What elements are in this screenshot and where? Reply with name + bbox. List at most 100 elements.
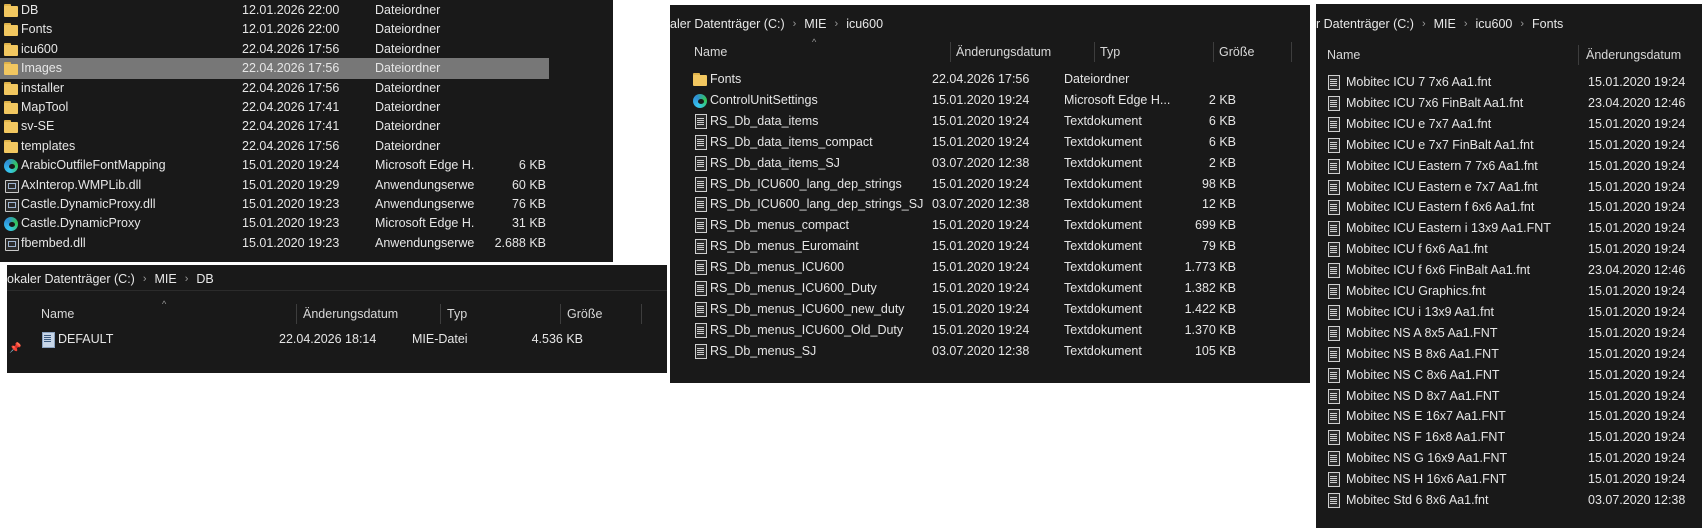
file-row[interactable]: Mobitec ICU Graphics.fnt 15.01.2020 19:24 <box>1316 281 1702 302</box>
file-row[interactable]: Castle.DynamicProxy.dll 15.01.2020 19:23 A… <box>0 194 549 215</box>
column-name[interactable]: Name <box>694 39 727 65</box>
cell-type: Anwendungserwe... <box>375 197 475 211</box>
breadcrumb: r Datenträger (C:) › MIE › icu600 › Font… <box>1316 13 1702 35</box>
chevron-right-icon: › <box>1463 18 1468 30</box>
file-row[interactable]: DEFAULT 22.04.2026 18:14 MIE-Datei 4.536 KB <box>7 329 667 350</box>
column-divider[interactable] <box>950 42 951 62</box>
column-divider[interactable] <box>1291 42 1292 62</box>
breadcrumb-icu600[interactable]: icu600 <box>1476 17 1513 31</box>
file-row[interactable]: Mobitec Std 6 8x6 Aa1.fnt 03.07.2020 12:3… <box>1316 490 1702 511</box>
file-row[interactable]: RS_Db_ICU600_lang_dep_strings 15.01.2020 … <box>670 174 1310 195</box>
folder-icon <box>3 2 19 19</box>
file-row[interactable]: Mobitec ICU Eastern i 13x9 Aa1.FNT 15.01.… <box>1316 218 1702 239</box>
file-row[interactable]: Mobitec NS H 16x6 Aa1.FNT 15.01.2020 19:2… <box>1316 469 1702 490</box>
file-row[interactable]: Mobitec ICU Eastern e 7x7 Aa1.fnt 15.01.2… <box>1316 177 1702 198</box>
file-row[interactable]: Mobitec ICU i 13x9 Aa1.fnt 15.01.2020 19:… <box>1316 302 1702 323</box>
file-row[interactable]: Mobitec NS C 8x6 Aa1.FNT 15.01.2020 19:24 <box>1316 365 1702 386</box>
column-divider[interactable] <box>641 304 642 324</box>
column-divider[interactable] <box>560 304 561 324</box>
file-row[interactable]: Mobitec ICU 7x6 FinBalt Aa1.fnt 23.04.202… <box>1316 93 1702 114</box>
text-document-icon <box>1325 158 1341 175</box>
folder-row[interactable]: Fonts 22.04.2026 17:56 Dateiordner <box>670 69 1310 90</box>
file-row[interactable]: Mobitec NS G 16x9 Aa1.FNT 15.01.2020 19:2… <box>1316 448 1702 469</box>
cell-date: 15.01.2020 19:24 <box>1588 409 1686 424</box>
cell-type: Microsoft Edge H... <box>375 216 475 231</box>
cell-date: 15.01.2020 19:23 <box>242 197 340 211</box>
file-row[interactable]: Mobitec NS E 16x7 Aa1.FNT 15.01.2020 19:2… <box>1316 406 1702 427</box>
file-row[interactable]: RS_Db_ICU600_lang_dep_strings_SJ 03.07.20… <box>670 194 1310 215</box>
breadcrumb-drive[interactable]: okaler Datenträger (C:) <box>7 272 135 286</box>
file-row[interactable]: RS_Db_menus_Euromaint 15.01.2020 19:24 Tex… <box>670 236 1310 257</box>
column-type[interactable]: Typ <box>447 301 467 327</box>
cell-size <box>482 78 546 99</box>
breadcrumb-fonts[interactable]: Fonts <box>1532 17 1563 31</box>
file-row[interactable]: Mobitec NS F 16x8 Aa1.FNT 15.01.2020 19:2… <box>1316 427 1702 448</box>
cell-type: Textdokument <box>1064 343 1142 358</box>
folder-row[interactable]: installer 22.04.2026 17:56 Dateiordner <box>0 78 549 99</box>
breadcrumb-icu600[interactable]: icu600 <box>846 17 883 31</box>
file-row[interactable]: Mobitec ICU f 6x6 FinBalt Aa1.fnt 23.04.2… <box>1316 260 1702 281</box>
column-divider[interactable] <box>440 304 441 324</box>
column-size[interactable]: Größe <box>1219 39 1254 65</box>
text-document-icon <box>692 259 708 276</box>
file-row[interactable]: ArabicOutfileFontMapping 15.01.2020 19:24… <box>0 155 549 176</box>
file-row[interactable]: Mobitec ICU e 7x7 Aa1.fnt 15.01.2020 19:2… <box>1316 114 1702 135</box>
file-row[interactable]: RS_Db_data_items_compact 15.01.2020 19:24… <box>670 132 1310 153</box>
cell-date: 15.01.2020 19:24 <box>932 239 1030 254</box>
file-row[interactable]: Mobitec NS B 8x6 Aa1.FNT 15.01.2020 19:24 <box>1316 344 1702 365</box>
folder-row[interactable]: DB 12.01.2026 22:00 Dateiordner <box>0 0 549 21</box>
folder-row[interactable]: icu600 22.04.2026 17:56 Dateiordner <box>0 39 549 60</box>
column-divider[interactable] <box>1094 42 1095 62</box>
cell-name: Mobitec ICU Eastern f 6x6 Aa1.fnt <box>1346 200 1535 215</box>
cell-name: Fonts <box>21 22 53 37</box>
column-type[interactable]: Typ <box>1100 39 1120 65</box>
cell-date: 12.01.2026 22:00 <box>242 3 340 17</box>
file-row[interactable]: RS_Db_menus_ICU600_Old_Duty 15.01.2020 19… <box>670 320 1310 341</box>
column-date[interactable]: Änderungsdatum <box>1586 42 1681 68</box>
breadcrumb-db[interactable]: DB <box>196 272 213 286</box>
folder-row[interactable]: Fonts 12.01.2026 22:00 Dateiordner <box>0 19 549 40</box>
breadcrumb-drive[interactable]: r Datenträger (C:) <box>1316 17 1414 31</box>
file-row[interactable]: RS_Db_data_items 15.01.2020 19:24 Textdoku… <box>670 111 1310 132</box>
cell-name: Mobitec ICU Eastern e 7x7 Aa1.fnt <box>1346 179 1538 194</box>
file-row[interactable]: RS_Db_menus_ICU600_new_duty 15.01.2020 19… <box>670 299 1310 320</box>
column-divider[interactable] <box>296 304 297 324</box>
cell-type: MIE-Datei <box>412 332 468 346</box>
file-row[interactable]: Mobitec ICU Eastern f 6x6 Aa1.fnt 15.01.2… <box>1316 197 1702 218</box>
file-row[interactable]: Mobitec ICU f 6x6 Aa1.fnt 15.01.2020 19:2… <box>1316 239 1702 260</box>
file-row[interactable]: RS_Db_data_items_SJ 03.07.2020 12:38 Textd… <box>670 153 1310 174</box>
mie-file-icon <box>40 331 56 348</box>
file-row[interactable]: Mobitec ICU e 7x7 FinBalt Aa1.fnt 15.01.2… <box>1316 135 1702 156</box>
file-row[interactable]: RS_Db_menus_ICU600 15.01.2020 19:24 Textdo… <box>670 257 1310 278</box>
column-size[interactable]: Größe <box>567 301 602 327</box>
column-date[interactable]: Änderungsdatum <box>956 39 1051 65</box>
file-row[interactable]: Mobitec NS D 8x7 Aa1.FNT 15.01.2020 19:24 <box>1316 386 1702 407</box>
file-row[interactable]: RS_Db_menus_SJ 03.07.2020 12:38 Textdokume… <box>670 341 1310 362</box>
folder-row[interactable]: MapTool 22.04.2026 17:41 Dateiordner <box>0 97 549 118</box>
breadcrumb-mie[interactable]: MIE <box>804 17 826 31</box>
cell-date: 15.01.2020 19:24 <box>1588 304 1686 319</box>
column-date[interactable]: Änderungsdatum <box>303 301 398 327</box>
folder-row[interactable]: sv-SE 22.04.2026 17:41 Dateiordner <box>0 116 549 137</box>
file-row[interactable]: Castle.DynamicProxy 15.01.2020 19:23 Micro… <box>0 213 549 234</box>
file-row[interactable]: Mobitec ICU Eastern 7 7x6 Aa1.fnt 15.01.2… <box>1316 156 1702 177</box>
folder-row[interactable]: templates 22.04.2026 17:56 Dateiordner <box>0 136 549 157</box>
file-row[interactable]: Mobitec NS A 8x5 Aa1.FNT 15.01.2020 19:24 <box>1316 323 1702 344</box>
folder-row[interactable]: Images 22.04.2026 17:56 Dateiordner <box>0 58 549 80</box>
file-row[interactable]: RS_Db_menus_compact 15.01.2020 19:24 Textd… <box>670 215 1310 236</box>
file-row[interactable]: Mobitec ICU 7 7x6 Aa1.fnt 15.01.2020 19:2… <box>1316 72 1702 93</box>
column-divider[interactable] <box>1213 42 1214 62</box>
column-name[interactable]: Name <box>41 301 74 327</box>
chevron-right-icon: › <box>1421 18 1426 30</box>
column-divider[interactable] <box>1578 45 1579 65</box>
breadcrumb-mie[interactable]: MIE <box>155 272 177 286</box>
cell-date: 15.01.2020 19:24 <box>1588 472 1686 487</box>
cell-date: 15.01.2020 19:24 <box>1588 325 1686 340</box>
file-row[interactable]: ControlUnitSettings 15.01.2020 19:24 Micro… <box>670 90 1310 111</box>
column-name[interactable]: Name <box>1327 42 1360 68</box>
file-row[interactable]: RS_Db_menus_ICU600_Duty 15.01.2020 19:24 T… <box>670 278 1310 299</box>
breadcrumb-drive[interactable]: aler Datenträger (C:) <box>670 17 785 31</box>
file-row[interactable]: fbembed.dll 15.01.2020 19:23 Anwendungserw… <box>0 233 549 254</box>
breadcrumb-mie[interactable]: MIE <box>1434 17 1456 31</box>
file-row[interactable]: AxInterop.WMPLib.dll 15.01.2020 19:29 Anwe… <box>0 175 549 196</box>
